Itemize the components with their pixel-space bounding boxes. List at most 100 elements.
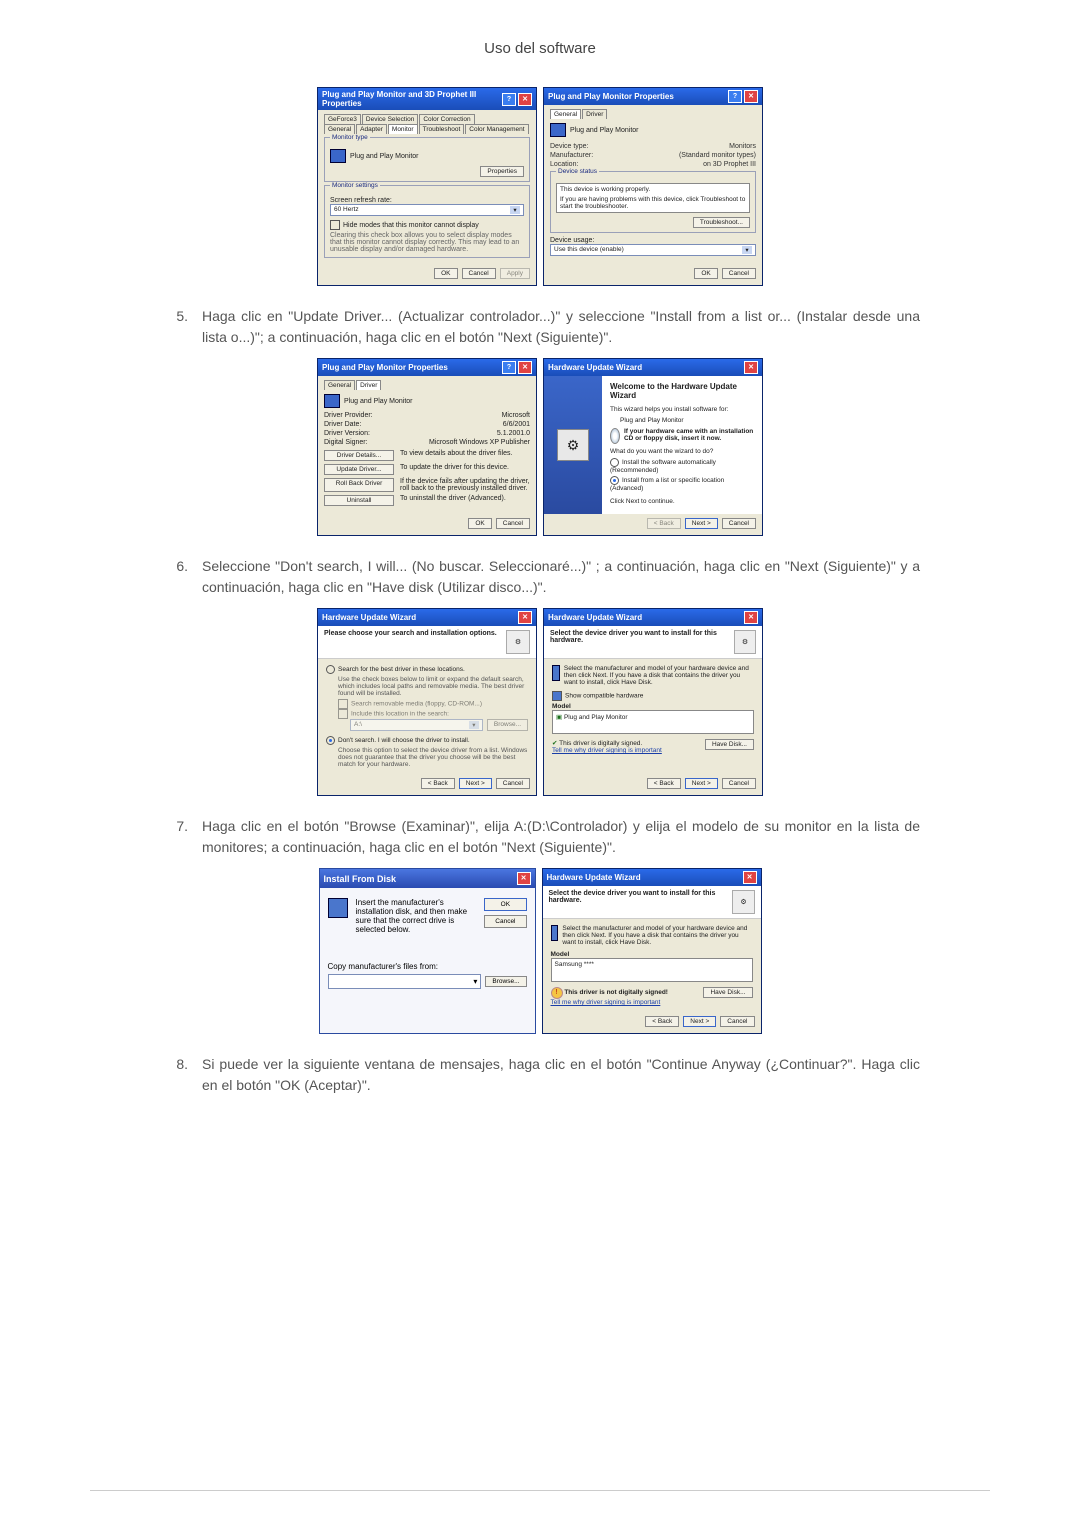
chk-compatible[interactable] xyxy=(552,691,562,701)
wizard-intro: This wizard helps you install software f… xyxy=(610,406,754,413)
dont-desc: Choose this option to select the device … xyxy=(338,747,528,768)
cancel-button[interactable]: Cancel xyxy=(462,268,496,279)
model-column-header: Model xyxy=(551,951,753,958)
opt-auto-label: Install the software automatically (Reco… xyxy=(610,459,716,474)
signed-label: This driver is digitally signed. xyxy=(559,740,642,747)
update-driver-button[interactable]: Update Driver... xyxy=(324,464,394,475)
next-button[interactable]: Next > xyxy=(683,1016,716,1027)
hide-modes-label: Hide modes that this monitor cannot disp… xyxy=(343,222,479,229)
chk-include-location xyxy=(338,709,348,719)
date-value: 6/6/2001 xyxy=(503,421,530,428)
tab-geforce3[interactable]: GeForce3 xyxy=(324,114,361,124)
path-combobox[interactable]: ▾ xyxy=(328,974,482,989)
device-type-value: Monitors xyxy=(729,143,756,150)
tab-general[interactable]: General xyxy=(324,124,355,134)
wizard-header-text: Select the device driver you want to ins… xyxy=(550,630,734,654)
rollback-driver-button[interactable]: Roll Back Driver xyxy=(324,478,394,492)
hardware-icon: ⚙ xyxy=(734,630,756,654)
close-icon[interactable]: ✕ xyxy=(744,361,758,374)
radio-auto[interactable] xyxy=(610,458,619,467)
cd-hint: If your hardware came with an installati… xyxy=(624,428,754,444)
signer-label: Digital Signer: xyxy=(324,439,368,446)
properties-button[interactable]: Properties xyxy=(480,166,524,177)
cancel-button[interactable]: Cancel xyxy=(720,1016,754,1027)
tab-driver[interactable]: Driver xyxy=(582,109,607,119)
tab-troubleshoot[interactable]: Troubleshoot xyxy=(419,124,465,134)
close-icon[interactable]: ✕ xyxy=(744,611,758,624)
radio-list[interactable] xyxy=(610,476,619,485)
tab-general[interactable]: General xyxy=(324,380,355,390)
cancel-button[interactable]: Cancel xyxy=(722,518,756,529)
next-button[interactable]: Next > xyxy=(459,778,492,789)
tab-color-correction[interactable]: Color Correction xyxy=(419,114,474,124)
refresh-rate-value: 60 Hertz xyxy=(334,206,359,214)
opt-dont-label: Don't search. I will choose the driver t… xyxy=(338,737,470,744)
refresh-rate-dropdown[interactable]: 60 Hertz ▾ xyxy=(330,204,524,216)
have-disk-button[interactable]: Have Disk... xyxy=(705,739,754,750)
device-name: Plug and Play Monitor xyxy=(344,398,412,405)
hide-modes-description: Clearing this check box allows you to se… xyxy=(330,232,524,253)
help-icon[interactable]: ? xyxy=(728,90,742,103)
tab-color-management[interactable]: Color Management xyxy=(465,124,528,134)
tab-adapter[interactable]: Adapter xyxy=(356,124,387,134)
select-instructions: Select the manufacturer and model of you… xyxy=(564,665,754,686)
browse-button[interactable]: Browse... xyxy=(485,976,526,987)
cancel-button[interactable]: Cancel xyxy=(484,915,526,928)
next-button[interactable]: Next > xyxy=(685,778,718,789)
tab-device-selection[interactable]: Device Selection xyxy=(362,114,418,124)
browse-button: Browse... xyxy=(487,719,528,731)
tab-general[interactable]: General xyxy=(550,109,581,119)
signing-info-link[interactable]: Tell me why driver signing is important xyxy=(552,747,662,754)
chevron-down-icon: ▾ xyxy=(473,977,477,986)
dialog-driver-tab: Plug and Play Monitor Properties ?✕ Gene… xyxy=(317,358,537,536)
back-button[interactable]: < Back xyxy=(421,778,455,789)
model-listbox[interactable]: ▣ Plug and Play Monitor xyxy=(552,710,754,734)
model-listbox[interactable]: Samsung **** xyxy=(551,958,753,982)
ok-button[interactable]: OK xyxy=(434,268,457,279)
driver-details-button[interactable]: Driver Details... xyxy=(324,450,394,461)
close-icon[interactable]: ✕ xyxy=(744,90,758,103)
ok-button[interactable]: OK xyxy=(468,518,491,529)
model-column-header: Model xyxy=(552,703,754,710)
close-icon[interactable]: ✕ xyxy=(517,872,531,885)
help-icon[interactable]: ? xyxy=(502,93,516,106)
device-name: Plug and Play Monitor xyxy=(570,127,638,134)
hide-modes-checkbox[interactable] xyxy=(330,220,340,230)
radio-dont-search[interactable] xyxy=(326,736,335,745)
location-value: on 3D Prophet III xyxy=(703,161,756,168)
close-icon[interactable]: ✕ xyxy=(518,611,532,624)
apply-button: Apply xyxy=(500,268,530,279)
back-button[interactable]: < Back xyxy=(647,778,681,789)
cancel-button[interactable]: Cancel xyxy=(722,778,756,789)
warning-icon: ! xyxy=(551,987,563,999)
radio-search[interactable] xyxy=(326,665,335,674)
troubleshoot-button[interactable]: Troubleshoot... xyxy=(693,217,750,228)
help-icon[interactable]: ? xyxy=(502,361,516,374)
signer-value: Microsoft Windows XP Publisher xyxy=(429,439,530,446)
cancel-button[interactable]: Cancel xyxy=(496,518,530,529)
ok-button[interactable]: OK xyxy=(694,268,717,279)
hardware-icon: ⚙ xyxy=(506,630,530,654)
tab-monitor[interactable]: Monitor xyxy=(388,124,418,134)
ok-button[interactable]: OK xyxy=(484,898,526,911)
cancel-button[interactable]: Cancel xyxy=(722,268,756,279)
close-icon[interactable]: ✕ xyxy=(518,361,532,374)
list-item[interactable]: Plug and Play Monitor xyxy=(564,714,628,721)
floppy-icon xyxy=(328,898,348,918)
have-disk-button[interactable]: Have Disk... xyxy=(703,987,752,998)
floppy-icon xyxy=(551,925,559,941)
dialog-wizard-select-driver-samsung: Hardware Update Wizard ✕ Select the devi… xyxy=(542,868,762,1034)
row-step5-screens: Plug and Play Monitor Properties ?✕ Gene… xyxy=(160,358,920,536)
search-desc: Use the check boxes below to limit or ex… xyxy=(338,676,528,697)
device-usage-dropdown[interactable]: Use this device (enable) ▾ xyxy=(550,244,756,256)
signing-info-link[interactable]: Tell me why driver signing is important xyxy=(551,999,668,1006)
next-button[interactable]: Next > xyxy=(685,518,718,529)
cancel-button[interactable]: Cancel xyxy=(496,778,530,789)
driver-details-desc: To view details about the driver files. xyxy=(400,450,530,461)
close-icon[interactable]: ✕ xyxy=(743,871,757,884)
back-button[interactable]: < Back xyxy=(645,1016,679,1027)
tab-driver[interactable]: Driver xyxy=(356,380,381,390)
uninstall-button[interactable]: Uninstall xyxy=(324,495,394,506)
list-item[interactable]: Samsung **** xyxy=(555,961,594,968)
close-icon[interactable]: ✕ xyxy=(518,93,532,106)
